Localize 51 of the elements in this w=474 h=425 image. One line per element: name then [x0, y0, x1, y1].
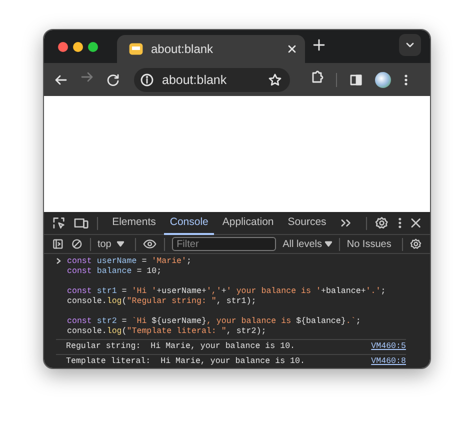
browser-tab[interactable]: about:blank [117, 35, 305, 63]
context-dropdown[interactable]: top [97, 238, 124, 250]
extension-icon[interactable] [310, 70, 324, 84]
clear-console-icon[interactable] [70, 237, 83, 251]
filter-field[interactable]: Filter [172, 237, 276, 251]
levels-dropdown[interactable]: All levels [282, 238, 332, 250]
code-line: const str1 = 'Hi '+userName+','+' your balance is '+balance+'.'; [67, 287, 386, 297]
close-window-button[interactable] [58, 42, 68, 52]
devtools-tab[interactable]: Application [216, 212, 280, 234]
page-icon [129, 42, 143, 56]
devtools-tab[interactable]: Console [164, 212, 214, 234]
side-panel-icon[interactable] [349, 72, 363, 86]
code-line: console.log("Regular string: ", str1); [67, 297, 258, 307]
code-line: const userName = 'Marie'; [67, 257, 192, 267]
menu-icon[interactable] [396, 216, 402, 230]
log-message: Regular string: Hi Marie, your balance is 10. [66, 342, 296, 352]
close-icon[interactable] [287, 44, 297, 54]
tab-title: about:blank [151, 42, 214, 56]
source-link[interactable]: VM460:5 [371, 342, 406, 352]
back-icon[interactable] [54, 72, 68, 86]
code-line: console.log("Template literal: ", str2); [67, 327, 268, 337]
issues-button[interactable]: No Issues [346, 238, 392, 250]
tab-search-button[interactable] [399, 34, 421, 56]
settings-icon[interactable] [410, 237, 422, 251]
source-link[interactable]: VM460:8 [371, 357, 406, 367]
settings-icon[interactable] [374, 216, 389, 230]
address-bar[interactable]: about:blank [134, 68, 290, 92]
code-line: const str2 = `Hi ${userName}, your balance is ${balance}.`; [67, 317, 362, 327]
inspect-icon[interactable] [52, 216, 66, 230]
prompt-icon [56, 257, 62, 265]
new-tab-icon[interactable] [313, 39, 325, 51]
caret-icon [117, 241, 124, 247]
more-tabs-icon[interactable] [340, 217, 352, 229]
reload-icon[interactable] [106, 72, 120, 86]
url-text: about:blank [162, 72, 228, 86]
log-message: Template literal: Hi Marie, your balance is 10. [66, 357, 305, 367]
devtools-tab[interactable]: Sources [282, 212, 332, 234]
sidebar-toggle-icon[interactable] [52, 237, 64, 251]
eye-icon[interactable] [143, 238, 157, 250]
caret-icon [325, 241, 332, 247]
close-icon[interactable] [410, 217, 422, 229]
forward-icon[interactable] [80, 70, 94, 84]
code-line: const balance = 10; [67, 267, 163, 277]
info-icon[interactable] [140, 72, 154, 86]
devtools-tab[interactable]: Elements [106, 212, 162, 234]
device-toolbar-icon[interactable] [74, 216, 90, 230]
minimize-window-button[interactable] [73, 42, 83, 52]
menu-icon[interactable] [403, 72, 409, 86]
star-icon[interactable] [268, 72, 282, 86]
profile-avatar[interactable] [375, 72, 391, 88]
maximize-window-button[interactable] [88, 42, 98, 52]
